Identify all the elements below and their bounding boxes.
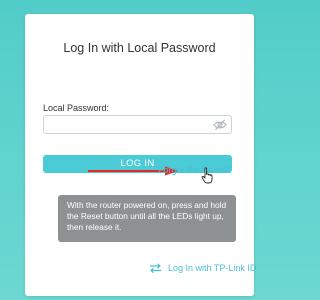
hand-pointer-icon <box>201 167 213 184</box>
login-card: Log In with Local Password Local Passwor… <box>25 14 256 296</box>
page-title: Log In with Local Password <box>63 41 216 55</box>
eye-slash-icon[interactable] <box>213 119 227 131</box>
forgot-password-link[interactable]: Forgot Password? <box>158 165 231 175</box>
tplink-id-link[interactable]: Log In with TP-Link ID <box>149 262 256 274</box>
swap-arrows-icon <box>150 263 161 273</box>
password-label: Local Password: <box>43 103 110 113</box>
reset-tooltip: With the router powered on, press and ho… <box>58 195 236 242</box>
tplink-id-label: Log In with TP-Link ID <box>168 263 257 273</box>
password-field[interactable] <box>43 115 232 134</box>
